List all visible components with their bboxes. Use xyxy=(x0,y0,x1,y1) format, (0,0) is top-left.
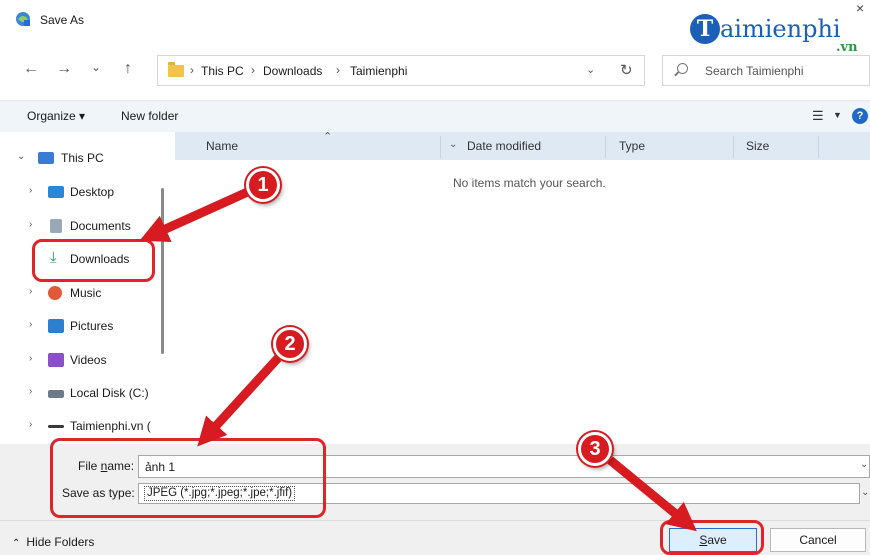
arrow-to-downloads xyxy=(139,185,254,243)
annotation-badge-3: 3 xyxy=(578,432,612,466)
annotation-badge-1: 1 xyxy=(246,168,280,202)
annotation-arrows xyxy=(139,185,697,532)
annotation-badge-2: 2 xyxy=(273,327,307,361)
arrow-to-save xyxy=(607,456,697,532)
arrow-to-form xyxy=(197,354,282,447)
